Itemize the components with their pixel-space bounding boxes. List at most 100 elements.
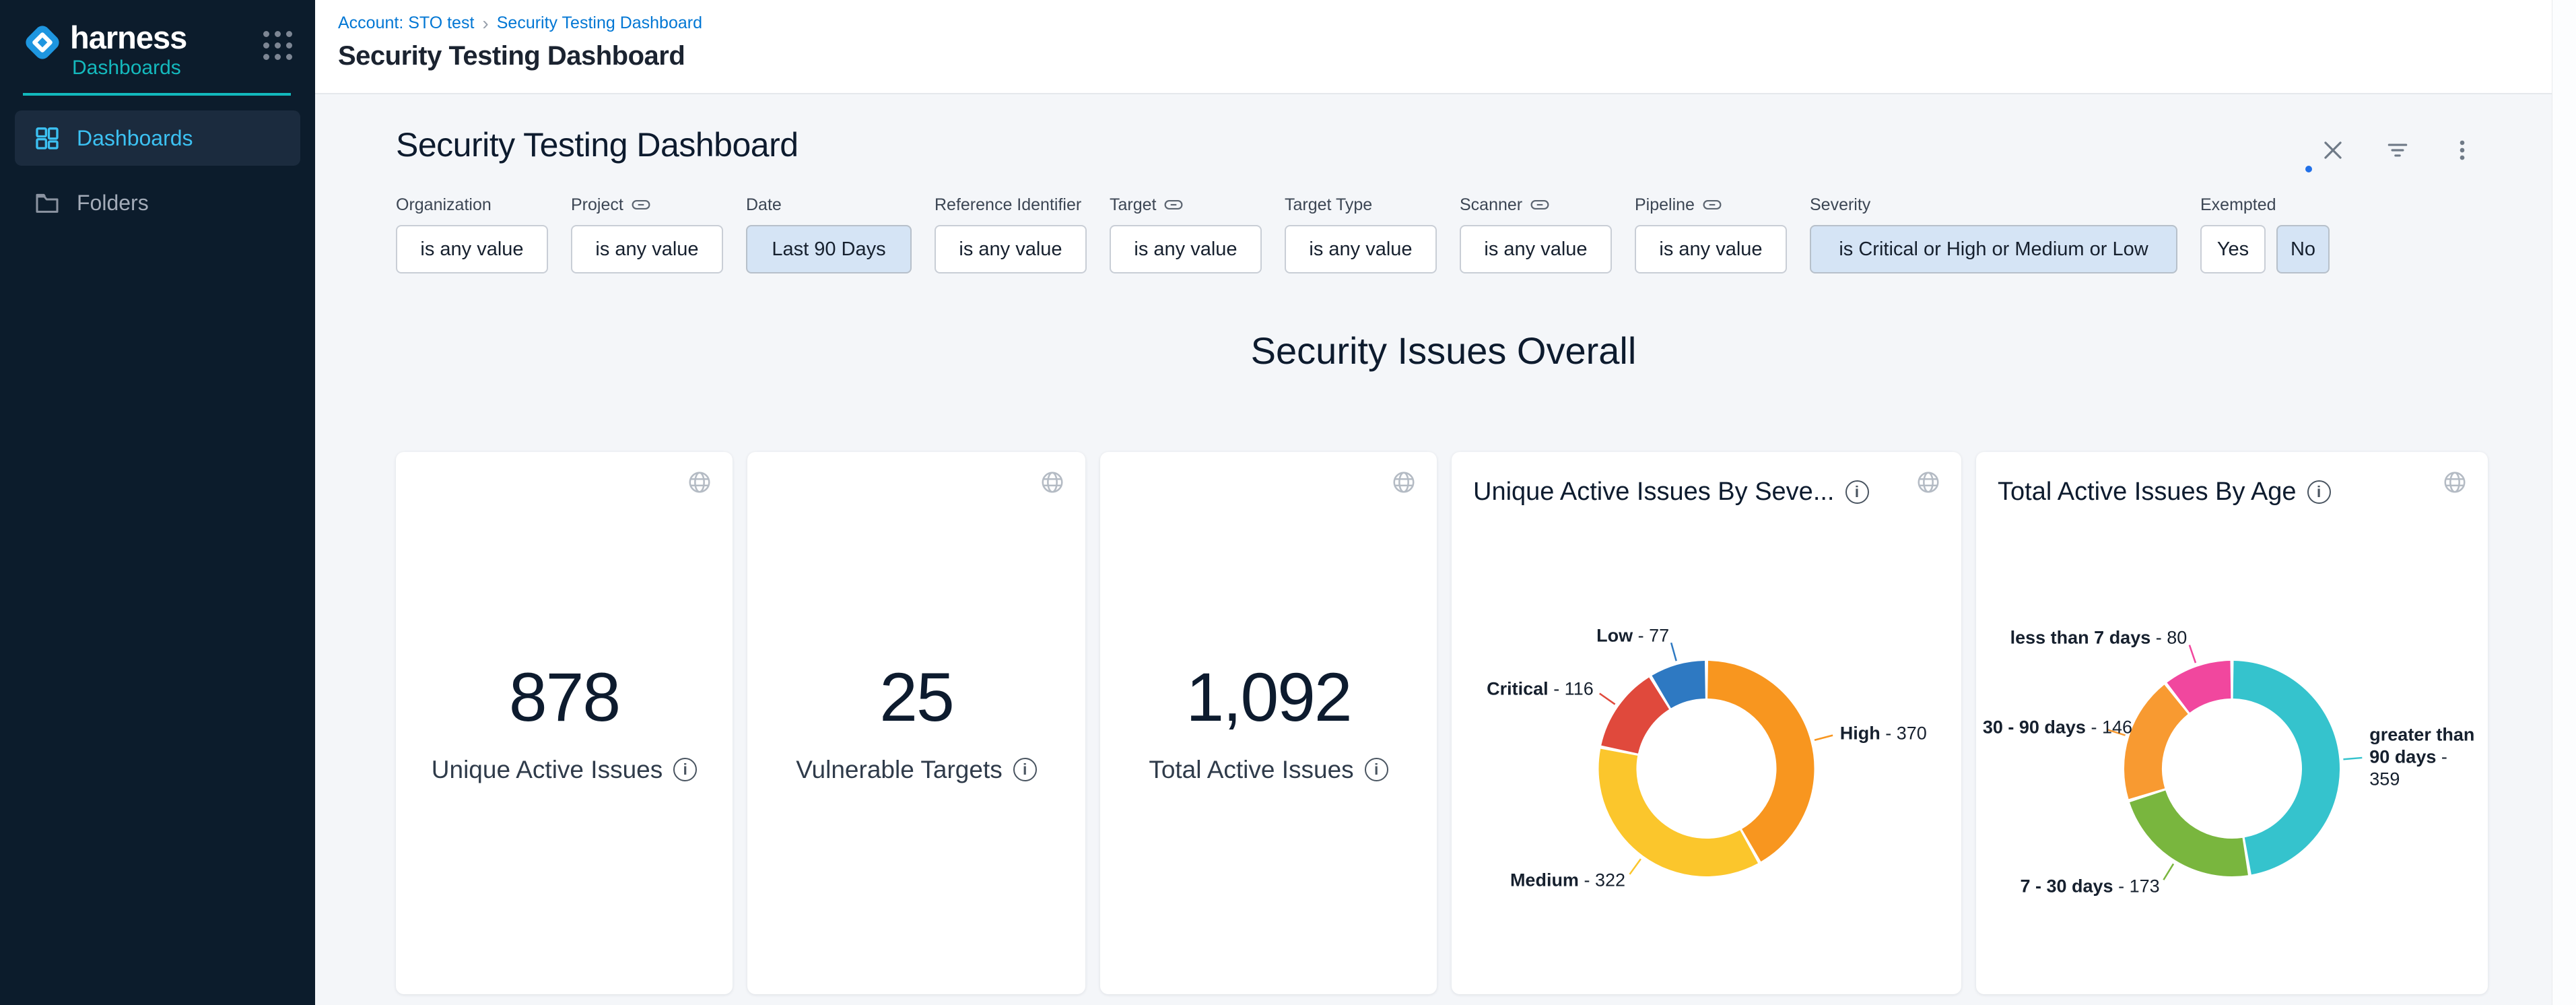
filter-chip-target[interactable]: is any value: [1110, 225, 1262, 273]
donut-label: greater than 90 days - 359: [2369, 724, 2478, 791]
filter-label: Date: [746, 195, 782, 215]
filter-chip-target-type[interactable]: is any value: [1285, 225, 1437, 273]
tile-unique-active-issues-by-severity: Unique Active Issues By Seve... i High -…: [1452, 452, 1961, 994]
info-icon[interactable]: i: [2307, 480, 2331, 504]
filters-toggle-button[interactable]: [2385, 137, 2410, 163]
age-donut-chart: greater than 90 days - 359 7 - 30 days - …: [1976, 452, 2488, 994]
kebab-menu-icon: [2449, 137, 2475, 163]
donut-leader-line: [1629, 859, 1640, 874]
filter-chip-organization[interactable]: is any value: [396, 225, 548, 273]
stat-value: 878: [509, 663, 619, 732]
filter-label: Reference Identifier: [935, 195, 1081, 215]
donut-label: less than 7 days - 80: [2010, 627, 2188, 649]
filter-scanner: Scanner is any value: [1460, 194, 1612, 273]
sidebar-item-label: Dashboards: [77, 126, 193, 151]
info-icon[interactable]: i: [673, 758, 697, 781]
filter-label: Target: [1110, 195, 1156, 215]
filter-icon: [2385, 137, 2410, 163]
info-icon[interactable]: i: [1845, 480, 1869, 504]
filter-chip-severity[interactable]: is Critical or High or Medium or Low: [1810, 225, 2177, 273]
filter-target: Target is any value: [1110, 194, 1262, 273]
tiles-row: 878 Unique Active Issues i 25 V: [396, 452, 2491, 994]
filter-bar: Organization is any value Project is any…: [396, 194, 2491, 273]
donut-segment-less-than-7-days[interactable]: [2178, 680, 2231, 698]
dashboards-icon: [34, 125, 61, 152]
scrollbar-track[interactable]: [2552, 0, 2576, 1005]
filter-chip-project[interactable]: is any value: [571, 225, 723, 273]
donut-label: Medium - 322: [1510, 869, 1625, 891]
filter-pipeline: Pipeline is any value: [1635, 194, 1787, 273]
donut-label: High - 370: [1840, 722, 1927, 744]
harness-logo-icon[interactable]: [20, 20, 65, 65]
filter-label: Severity: [1810, 195, 1870, 215]
filter-severity: Severity is Critical or High or Medium o…: [1810, 194, 2177, 273]
donut-label: 30 - 90 days - 146: [1983, 716, 2132, 738]
info-icon[interactable]: i: [1013, 758, 1037, 781]
tile-vulnerable-targets: 25 Vulnerable Targets i: [747, 452, 1085, 994]
exempted-no-button[interactable]: No: [2276, 225, 2330, 273]
donut-segment-30---90-days[interactable]: [2143, 699, 2176, 793]
chart-title: Total Active Issues By Age: [1998, 478, 2297, 507]
stat-value: 25: [879, 663, 953, 732]
link-icon: [1703, 198, 1722, 212]
donut-segment-greater-than-90-days[interactable]: [2233, 680, 2321, 856]
apps-grid-icon[interactable]: [263, 31, 292, 60]
close-button[interactable]: [2320, 137, 2346, 163]
filter-exempted: Exempted Yes No: [2200, 194, 2330, 273]
stat-label: Unique Active Issues: [432, 756, 663, 784]
sidebar-divider: [23, 93, 291, 96]
donut-segment-medium[interactable]: [1618, 752, 1749, 857]
filter-organization: Organization is any value: [396, 194, 548, 273]
sidebar: harness Dashboards Dashboards: [0, 0, 315, 1005]
stat-value: 1,092: [1186, 663, 1351, 732]
dashboard-content: Security Testing Dashboard: [315, 94, 2576, 1005]
filter-chip-date[interactable]: Last 90 Days: [746, 225, 912, 273]
filter-label: Scanner: [1460, 195, 1522, 215]
donut-segment-7---30-days[interactable]: [2148, 796, 2245, 857]
donut-leader-line: [1671, 643, 1676, 661]
stat-label: Total Active Issues: [1149, 756, 1353, 784]
donut-label: Low - 77: [1596, 624, 1669, 647]
dashboard-actions: [2320, 137, 2475, 163]
tile-total-active-issues-by-age: Total Active Issues By Age i greater tha…: [1976, 452, 2488, 994]
filter-chip-reference-identifier[interactable]: is any value: [935, 225, 1087, 273]
donut-label: 7 - 30 days - 173: [2020, 875, 2159, 897]
donut-segment-low[interactable]: [1662, 680, 1705, 692]
link-icon: [1164, 198, 1183, 212]
app-root: harness Dashboards Dashboards: [0, 0, 2576, 1005]
breadcrumb: Account: STO test › Security Testing Das…: [338, 13, 2576, 33]
filter-project: Project is any value: [571, 194, 723, 273]
logo-module-label: Dashboards: [72, 57, 187, 79]
donut-leader-line: [2343, 758, 2362, 759]
section-title: Security Issues Overall: [396, 329, 2491, 372]
filter-target-type: Target Type is any value: [1285, 194, 1437, 273]
breadcrumb-dashboard-link[interactable]: Security Testing Dashboard: [497, 13, 702, 33]
close-icon: [2320, 137, 2346, 163]
donut-label: Critical - 116: [1487, 678, 1594, 701]
breadcrumb-account-link[interactable]: Account: STO test: [338, 13, 474, 33]
filter-label: Exempted: [2200, 195, 2276, 215]
filter-chip-pipeline[interactable]: is any value: [1635, 225, 1787, 273]
filter-label: Organization: [396, 195, 492, 215]
filter-date: Date Last 90 Days: [746, 194, 912, 273]
panel-header: Security Testing Dashboard: [396, 94, 2491, 164]
info-icon[interactable]: i: [1365, 758, 1388, 781]
filter-label: Project: [571, 195, 623, 215]
exempted-yes-button[interactable]: Yes: [2200, 225, 2266, 273]
stat-label: Vulnerable Targets: [796, 756, 1002, 784]
tile-total-active-issues: 1,092 Total Active Issues i: [1100, 452, 1437, 994]
donut-leader-line: [2190, 645, 2196, 663]
more-menu-button[interactable]: [2449, 137, 2475, 163]
logo-text-block: harness Dashboards: [70, 20, 187, 79]
breadcrumb-separator-icon: ›: [482, 15, 488, 32]
cursor-dot: [2305, 166, 2312, 172]
filter-chip-scanner[interactable]: is any value: [1460, 225, 1612, 273]
donut-leader-line: [2163, 864, 2173, 880]
sidebar-item-folders[interactable]: Folders: [15, 175, 300, 230]
tile-unique-active-issues: 878 Unique Active Issues i: [396, 452, 733, 994]
sidebar-item-dashboards[interactable]: Dashboards: [15, 110, 300, 166]
donut-segment-high[interactable]: [1708, 680, 1796, 845]
donut-segment-critical[interactable]: [1620, 693, 1660, 749]
page-title: Security Testing Dashboard: [338, 41, 2576, 71]
dashboard-title: Security Testing Dashboard: [396, 125, 799, 164]
